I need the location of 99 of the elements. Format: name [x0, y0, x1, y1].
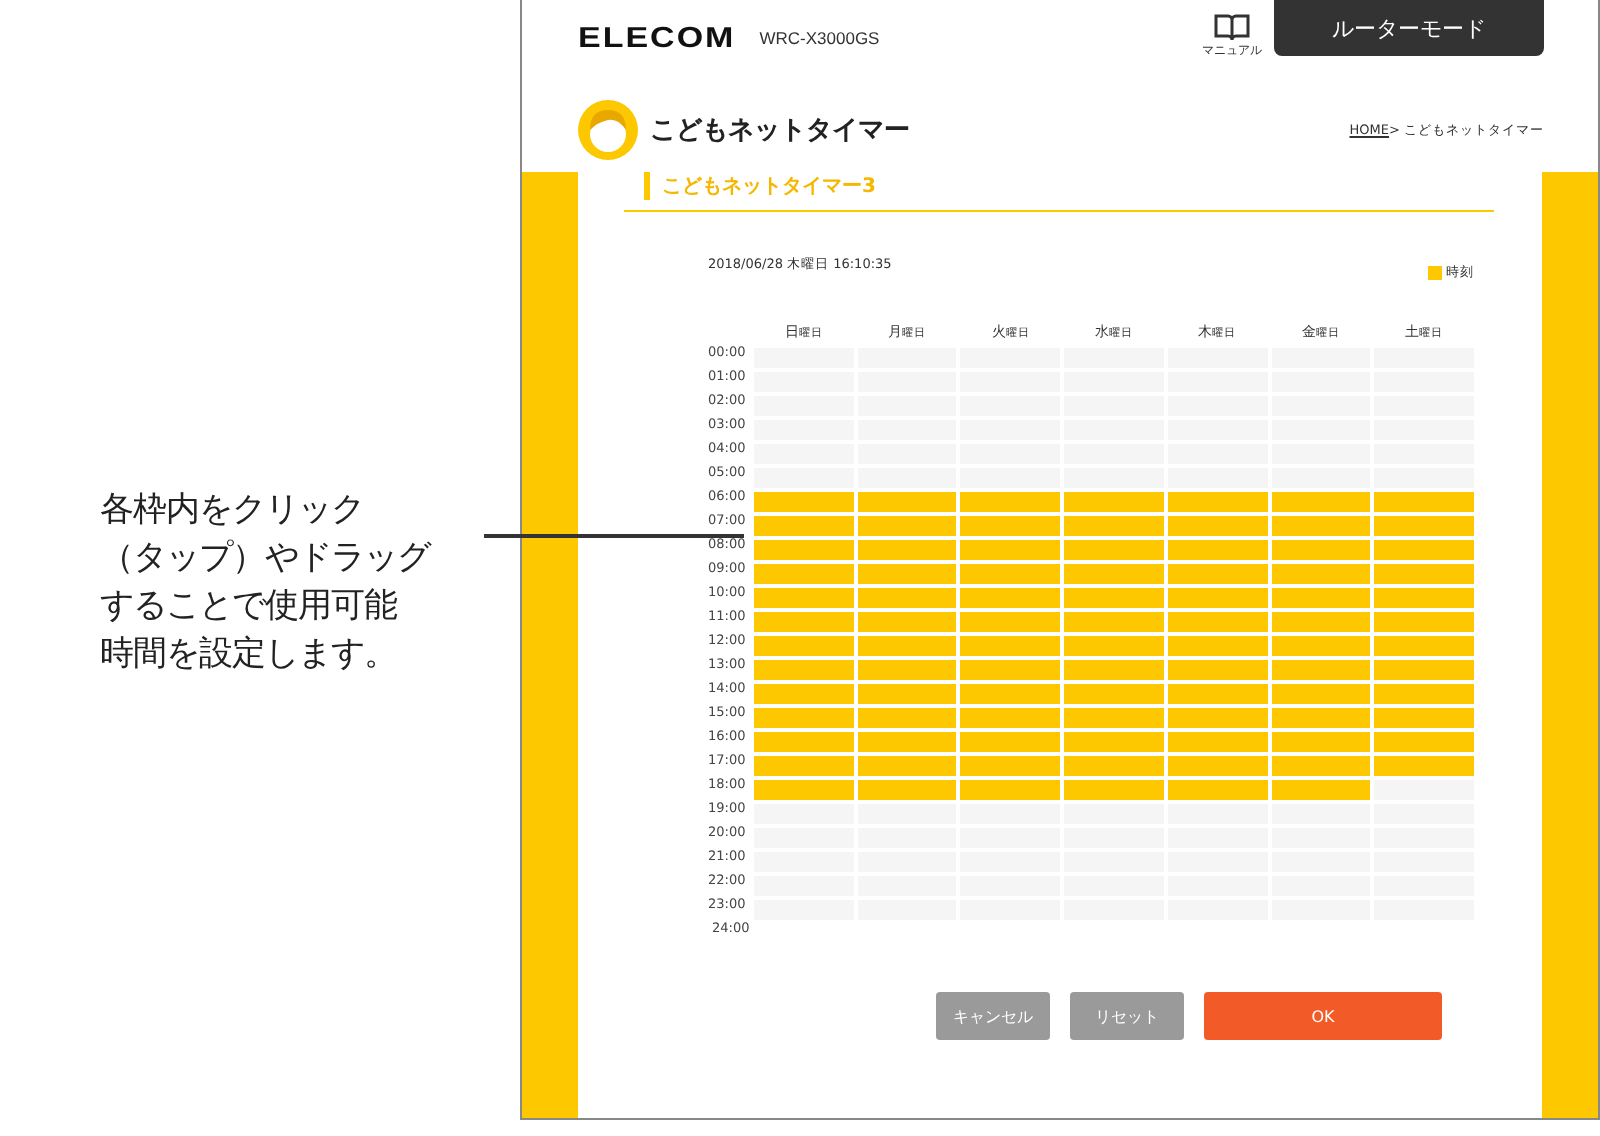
time-slot[interactable]	[857, 564, 957, 584]
time-slot[interactable]	[1271, 780, 1371, 800]
time-slot[interactable]	[1064, 732, 1164, 752]
time-slot[interactable]	[754, 708, 854, 728]
time-slot[interactable]	[1167, 732, 1268, 752]
model-name: WRC-X3000GS	[759, 28, 880, 48]
time-slot[interactable]	[857, 756, 957, 776]
time-slot[interactable]	[1374, 636, 1474, 656]
time-slot[interactable]	[1374, 612, 1474, 632]
time-slot[interactable]	[754, 684, 854, 704]
time-slot[interactable]	[1167, 612, 1268, 632]
time-slot[interactable]	[754, 564, 854, 584]
time-slot[interactable]	[1374, 492, 1474, 512]
time-slot[interactable]	[1064, 660, 1164, 680]
time-slot[interactable]	[1374, 564, 1474, 584]
time-slot[interactable]	[1167, 588, 1268, 608]
time-slot[interactable]	[857, 660, 957, 680]
time-slot[interactable]	[960, 516, 1061, 536]
time-slot[interactable]	[754, 660, 854, 680]
brand-logo: ELECOM	[578, 21, 736, 55]
time-slot[interactable]	[754, 588, 854, 608]
time-slot[interactable]	[1064, 612, 1164, 632]
time-slot[interactable]	[960, 780, 1061, 800]
time-slot[interactable]	[1064, 492, 1164, 512]
time-slot[interactable]	[1064, 516, 1164, 536]
time-slot[interactable]	[1167, 492, 1268, 512]
time-slot[interactable]	[754, 492, 854, 512]
mode-tab[interactable]: ルーターモード	[1274, 0, 1544, 56]
time-slot[interactable]	[1374, 540, 1474, 560]
time-slot[interactable]	[1167, 708, 1268, 728]
time-slot[interactable]	[1167, 756, 1268, 776]
time-slot[interactable]	[1167, 564, 1268, 584]
time-slot[interactable]	[1271, 612, 1371, 632]
time-slot[interactable]	[754, 732, 854, 752]
time-slot[interactable]	[1374, 732, 1474, 752]
time-slot[interactable]	[960, 564, 1061, 584]
time-slot[interactable]	[754, 516, 854, 536]
time-slot[interactable]	[1167, 660, 1268, 680]
time-slot[interactable]	[857, 684, 957, 704]
time-slot[interactable]	[1271, 756, 1371, 776]
time-slot[interactable]	[1271, 636, 1371, 656]
time-slot[interactable]	[857, 780, 957, 800]
book-icon	[1214, 12, 1250, 42]
time-slot[interactable]	[1374, 756, 1474, 776]
time-slot[interactable]	[857, 516, 957, 536]
time-slot[interactable]	[857, 708, 957, 728]
child-icon	[578, 100, 638, 160]
time-slot[interactable]	[960, 756, 1061, 776]
time-slot[interactable]	[1064, 564, 1164, 584]
time-slot[interactable]	[857, 588, 957, 608]
time-slot[interactable]	[1271, 492, 1371, 512]
time-slot[interactable]	[754, 756, 854, 776]
time-slot[interactable]	[1271, 708, 1371, 728]
time-slot[interactable]	[1167, 780, 1268, 800]
time-slot[interactable]	[754, 612, 854, 632]
time-slot[interactable]	[960, 636, 1061, 656]
time-slot[interactable]	[754, 540, 854, 560]
time-slot[interactable]	[754, 780, 854, 800]
time-slot[interactable]	[1167, 636, 1268, 656]
time-slot[interactable]	[1271, 564, 1371, 584]
time-slot[interactable]	[960, 588, 1061, 608]
time-slot[interactable]	[1064, 636, 1164, 656]
page-title: こどもネットタイマー	[650, 114, 910, 148]
time-slot[interactable]	[960, 708, 1061, 728]
time-slot[interactable]	[1271, 660, 1371, 680]
time-slot[interactable]	[1374, 708, 1474, 728]
time-slot[interactable]	[1271, 588, 1371, 608]
time-slot[interactable]	[960, 540, 1061, 560]
time-slot[interactable]	[857, 612, 957, 632]
time-slot[interactable]	[960, 660, 1061, 680]
legend-swatch	[1428, 266, 1442, 280]
time-slot[interactable]	[754, 636, 854, 656]
time-slot[interactable]	[1064, 540, 1164, 560]
time-slot[interactable]	[1374, 684, 1474, 704]
time-slot[interactable]	[1271, 684, 1371, 704]
time-slot[interactable]	[1064, 780, 1164, 800]
time-slot[interactable]	[857, 492, 957, 512]
time-slot[interactable]	[1271, 540, 1371, 560]
time-slot[interactable]	[1064, 588, 1164, 608]
time-slot[interactable]	[1064, 756, 1164, 776]
time-slot[interactable]	[960, 684, 1061, 704]
time-slot[interactable]	[1167, 540, 1268, 560]
time-slot[interactable]	[857, 540, 957, 560]
time-slot[interactable]	[960, 492, 1061, 512]
section-title: こどもネットタイマー3	[644, 172, 876, 200]
time-slot[interactable]	[1374, 516, 1474, 536]
time-slot[interactable]	[857, 732, 957, 752]
time-slot[interactable]	[1271, 516, 1371, 536]
time-slot[interactable]	[960, 612, 1061, 632]
time-slot[interactable]	[1064, 684, 1164, 704]
time-slot[interactable]	[1271, 732, 1371, 752]
time-slot[interactable]	[1167, 516, 1268, 536]
time-slot[interactable]	[1374, 588, 1474, 608]
time-slot[interactable]	[1064, 708, 1164, 728]
time-slot[interactable]	[857, 636, 957, 656]
time-slot[interactable]	[1374, 660, 1474, 680]
instruction-note: 各枠内をクリック （タップ）やドラッグ することで使用可能 時間を設定します。	[100, 488, 430, 678]
time-slot[interactable]	[960, 732, 1061, 752]
time-slot[interactable]	[1167, 684, 1268, 704]
